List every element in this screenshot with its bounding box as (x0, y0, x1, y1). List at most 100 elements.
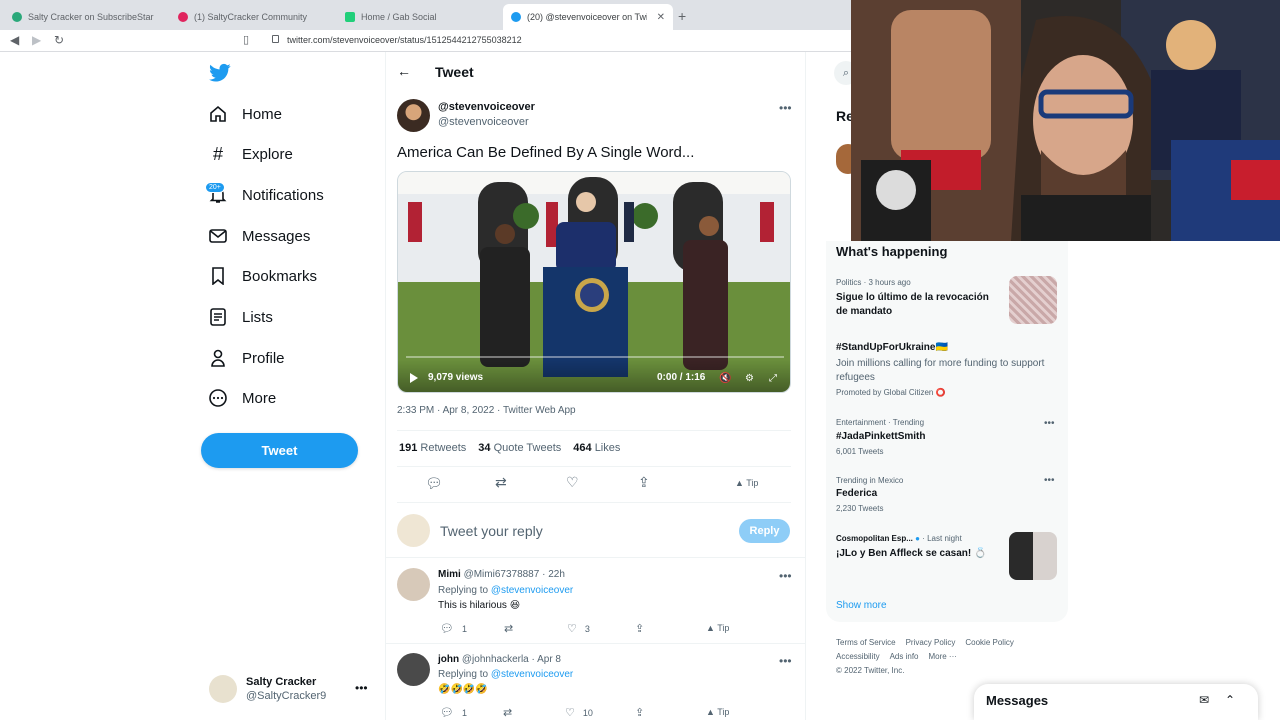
reply-icon[interactable]: 💬︎ (440, 706, 454, 719)
tip-button[interactable]: ▲ Tip (706, 707, 729, 717)
subscribestar-icon (12, 12, 22, 22)
close-tab-icon[interactable]: ✕ (657, 12, 665, 23)
footer-link[interactable]: Privacy Policy (906, 638, 956, 647)
nav-lists[interactable]: Lists (208, 304, 273, 330)
nav-label: Profile (242, 349, 285, 367)
reply-text: This is hilarious 😆 (438, 600, 521, 611)
footer-link[interactable]: Ads info (890, 652, 919, 661)
footer-link[interactable]: Cookie Policy (965, 638, 1013, 647)
reply-avatar[interactable] (397, 653, 430, 686)
reply-icon[interactable]: 💬︎ (440, 622, 454, 635)
trend-time: · Last night (922, 534, 962, 543)
reload-icon[interactable]: ↻ (54, 33, 64, 47)
footer-link[interactable]: Terms of Service (836, 638, 896, 647)
more-dots-icon[interactable]: ••• (1044, 475, 1055, 486)
avatar (397, 514, 430, 547)
nav-bookmarks[interactable]: Bookmarks (208, 263, 317, 289)
settings-icon[interactable]: ⚙ (745, 373, 754, 384)
reply-input[interactable]: Tweet your reply (440, 523, 543, 539)
browser-tab[interactable]: (1) SaltyCracker Community (170, 4, 335, 30)
share-icon[interactable]: ⇪ (638, 474, 650, 491)
footer-link[interactable]: Accessibility (836, 652, 880, 661)
browser-tab[interactable]: Home / Gab Social (337, 4, 502, 30)
video-player[interactable]: 9,079 views 0:00 / 1:16 🔇 ⚙ ⤢ (397, 171, 791, 393)
account-switcher[interactable]: Salty Cracker @SaltyCracker9 ••• (209, 675, 374, 705)
avatar (209, 675, 237, 703)
reply-name[interactable]: john (438, 654, 459, 665)
browser-tab[interactable]: Salty Cracker on SubscribeStar (4, 4, 167, 30)
more-dots-icon[interactable]: ••• (779, 569, 792, 583)
nav-more[interactable]: More (208, 385, 276, 411)
webcam-overlay (851, 0, 1280, 241)
trend-count: 2,230 Tweets (836, 504, 884, 513)
footer-link[interactable]: More ··· (928, 652, 956, 661)
chevron-up-icon[interactable]: ⌃ (1225, 693, 1235, 707)
nav-profile[interactable]: Profile (208, 345, 285, 371)
reply-icon[interactable]: 💬︎ (425, 475, 443, 492)
volume-icon[interactable]: 🔇 (719, 373, 731, 384)
tweet-button[interactable]: Tweet (201, 433, 358, 468)
reply-avatar[interactable] (397, 568, 430, 601)
more-dots-icon[interactable]: ••• (779, 654, 792, 668)
retweet-icon[interactable]: ⇄ (503, 706, 512, 719)
more-dots-icon[interactable]: ••• (355, 681, 368, 695)
bookmark-page-icon[interactable]: ▯ (243, 33, 249, 46)
fullscreen-icon[interactable]: ⤢ (769, 373, 777, 384)
back-arrow-icon[interactable]: ◀ (10, 33, 19, 47)
reply-time[interactable]: Apr 8 (537, 654, 561, 665)
tip-button[interactable]: ▲ Tip (706, 623, 729, 633)
more-dots-icon[interactable]: ••• (779, 101, 792, 115)
column-divider (805, 52, 806, 720)
nav-explore[interactable]: # Explore (208, 141, 293, 167)
browser-tab-active[interactable]: (20) @stevenvoiceover on Twitter ✕ (503, 4, 673, 30)
messages-drawer[interactable]: Messages ✉ ⌃ (974, 684, 1258, 720)
nav-messages[interactable]: Messages (208, 223, 310, 249)
new-message-icon[interactable]: ✉ (1199, 693, 1209, 707)
play-icon[interactable] (410, 373, 418, 383)
tip-button[interactable]: ▲ Tip (735, 478, 758, 488)
author-name[interactable]: @stevenvoiceover (438, 101, 535, 113)
screen: Salty Cracker on SubscribeStar (1) Salty… (0, 0, 1280, 720)
share-icon[interactable]: ⇪ (635, 622, 644, 635)
envelope-icon (208, 226, 228, 246)
author-handle[interactable]: @stevenvoiceover (438, 116, 529, 128)
back-arrow-icon[interactable]: ← (397, 63, 411, 79)
likes-stat[interactable]: 464 Likes (573, 442, 620, 454)
reply-actions: 💬︎ 1 (440, 622, 467, 635)
show-more-link[interactable]: Show more (836, 600, 887, 611)
community-icon (178, 12, 188, 22)
more-dots-icon[interactable]: ••• (1044, 418, 1055, 429)
video-progress[interactable] (406, 356, 784, 358)
retweet-icon[interactable]: ⇄ (495, 474, 507, 491)
tip-label: Tip (746, 478, 759, 488)
retweet-icon[interactable]: ⇄ (504, 622, 513, 635)
nav-notifications[interactable]: Notifications (208, 182, 324, 208)
trend-name: Sigue lo último de la revocación de mand… (836, 292, 989, 317)
replying-to-handle[interactable]: @stevenvoiceover (491, 585, 573, 596)
reply-like[interactable]: ♡ 10 (565, 706, 593, 719)
reply-button[interactable]: Reply (739, 519, 790, 543)
new-tab-button[interactable]: + (678, 8, 686, 24)
tab-title: Salty Cracker on SubscribeStar (28, 12, 154, 22)
author-avatar[interactable] (397, 99, 430, 132)
reply-time[interactable]: 22h (548, 569, 565, 580)
reply-handle[interactable]: @Mimi67378887 (464, 569, 540, 580)
nav-home[interactable]: Home (208, 101, 282, 127)
quotes-stat[interactable]: 34 Quote Tweets (478, 442, 561, 454)
share-icon[interactable]: ⇪ (635, 706, 644, 719)
forward-arrow-icon[interactable]: ▶ (32, 33, 41, 47)
nav-label: Lists (242, 308, 273, 326)
reply-handle[interactable]: @johnhackerla (462, 654, 529, 665)
like-icon[interactable]: ♡ (565, 706, 575, 719)
like-icon[interactable]: ♡ (567, 622, 577, 635)
retweets-stat[interactable]: 191 Retweets (399, 442, 466, 454)
like-icon[interactable]: ♡ (566, 474, 579, 491)
reply-name[interactable]: Mimi (438, 569, 461, 580)
replying-to-handle[interactable]: @stevenvoiceover (491, 669, 573, 680)
twitter-logo-icon[interactable] (209, 63, 231, 83)
replying-to: Replying to @stevenvoiceover (438, 669, 573, 680)
url-field[interactable]: twitter.com/stevenvoiceover/status/15125… (287, 35, 522, 45)
column-divider (385, 52, 386, 720)
reply-like[interactable]: ♡ 3 (567, 622, 590, 635)
lock-icon (272, 35, 279, 43)
